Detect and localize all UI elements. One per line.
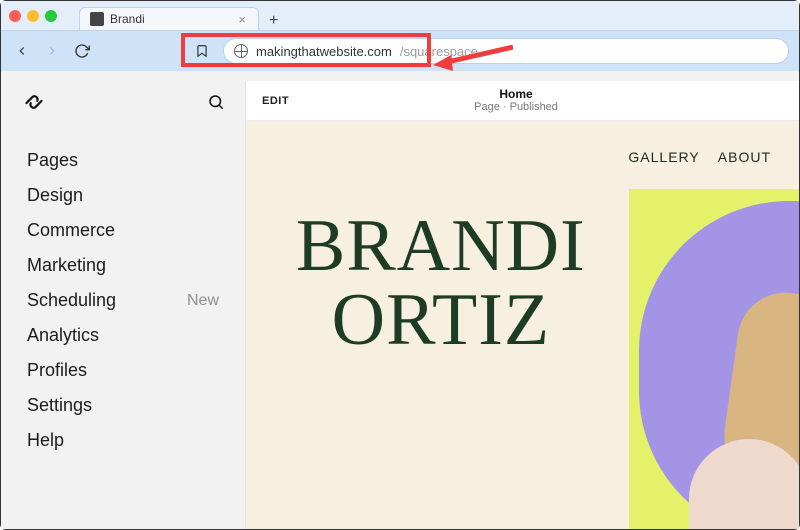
tab-strip: Brandi × + <box>79 1 288 30</box>
app-content: Pages Design Commerce Marketing Scheduli… <box>1 71 799 529</box>
sidebar-item-marketing[interactable]: Marketing <box>27 248 219 283</box>
sidebar-item-pages[interactable]: Pages <box>27 143 219 178</box>
close-tab-icon[interactable]: × <box>236 13 248 26</box>
globe-icon <box>234 44 248 58</box>
new-tab-button[interactable]: + <box>259 12 288 30</box>
sidebar-item-label: Scheduling <box>27 290 116 311</box>
browser-toolbar: makingthatwebsite.com/squarespace <box>1 31 799 71</box>
squarespace-logo-icon[interactable] <box>21 89 47 115</box>
site-nav: GALLERY ABOUT <box>628 149 771 165</box>
sidebar-item-design[interactable]: Design <box>27 178 219 213</box>
sidebar-item-profiles[interactable]: Profiles <box>27 353 219 388</box>
sidebar-item-label: Help <box>27 430 64 451</box>
sidebar-item-label: Design <box>27 185 83 206</box>
tab-title: Brandi <box>110 12 145 26</box>
sidebar: Pages Design Commerce Marketing Scheduli… <box>1 71 245 529</box>
sidebar-item-settings[interactable]: Settings <box>27 388 219 423</box>
back-button[interactable] <box>11 40 33 62</box>
sidebar-item-help[interactable]: Help <box>27 423 219 458</box>
bookmark-icon[interactable] <box>191 40 213 62</box>
site-preview[interactable]: GALLERY ABOUT BRANDI ORTIZ <box>246 121 799 529</box>
sidebar-item-label: Settings <box>27 395 92 416</box>
page-info[interactable]: Home Page · Published <box>289 87 743 115</box>
nav-link-gallery[interactable]: GALLERY <box>628 149 699 165</box>
sidebar-menu: Pages Design Commerce Marketing Scheduli… <box>1 143 245 458</box>
hero-line-1: BRANDI <box>296 209 586 283</box>
sidebar-item-label: Commerce <box>27 220 115 241</box>
browser-tab[interactable]: Brandi × <box>79 7 259 30</box>
search-icon[interactable] <box>207 93 225 111</box>
canvas-topbar: EDIT Home Page · Published <box>246 81 799 121</box>
new-badge: New <box>187 292 219 310</box>
url-host: makingthatwebsite.com <box>256 44 392 59</box>
sidebar-item-label: Marketing <box>27 255 106 276</box>
window-zoom-button[interactable] <box>45 10 57 22</box>
page-title: Home <box>289 87 743 101</box>
reload-button[interactable] <box>71 40 93 62</box>
edit-button[interactable]: EDIT <box>262 95 289 107</box>
page-status: Page · Published <box>289 101 743 114</box>
favicon-icon <box>90 12 104 26</box>
forward-button[interactable] <box>41 40 63 62</box>
url-path: /squarespace <box>400 44 478 59</box>
hero-line-2: ORTIZ <box>296 283 586 357</box>
window-close-button[interactable] <box>9 10 21 22</box>
browser-window: Brandi × + makingthatwebsite.com/squa <box>0 0 800 530</box>
sidebar-item-analytics[interactable]: Analytics <box>27 318 219 353</box>
hero-text: BRANDI ORTIZ <box>296 209 586 357</box>
sidebar-item-label: Profiles <box>27 360 87 381</box>
titlebar: Brandi × + <box>1 1 799 31</box>
sidebar-item-commerce[interactable]: Commerce <box>27 213 219 248</box>
browser-chrome: Brandi × + makingthatwebsite.com/squa <box>1 1 799 71</box>
sidebar-item-label: Pages <box>27 150 78 171</box>
url-bar[interactable]: makingthatwebsite.com/squarespace <box>223 38 789 64</box>
editor-canvas: EDIT Home Page · Published GALLERY ABOUT… <box>245 81 799 529</box>
window-minimize-button[interactable] <box>27 10 39 22</box>
sidebar-item-label: Analytics <box>27 325 99 346</box>
sidebar-item-scheduling[interactable]: Scheduling New <box>27 283 219 318</box>
nav-link-about[interactable]: ABOUT <box>718 149 771 165</box>
